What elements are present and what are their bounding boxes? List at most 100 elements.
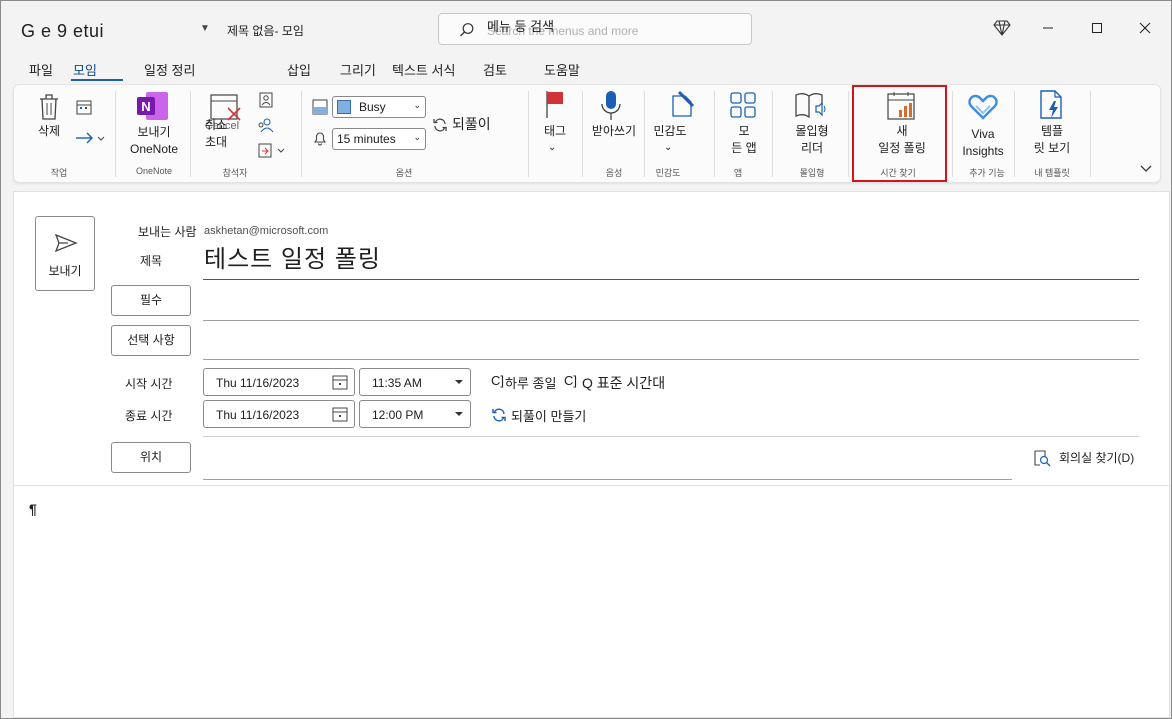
close-icon bbox=[1139, 22, 1151, 34]
make-recurring-button[interactable]: 되풀이 만들기 bbox=[511, 406, 586, 425]
body-divider bbox=[14, 485, 1169, 486]
group-label-voice: 음성 bbox=[605, 168, 623, 178]
immersive-reader-icon bbox=[795, 93, 826, 119]
ribbon-collapse-icon[interactable] bbox=[1140, 163, 1152, 173]
title-bar: G e 9 etui ▼ 제목 없음- 모임 Search the menus … bbox=[1, 1, 1171, 53]
group-separator bbox=[952, 91, 953, 177]
tags-button[interactable]: 태그 bbox=[538, 123, 572, 140]
calendar-icon bbox=[332, 407, 348, 422]
send-button[interactable]: 보내기 bbox=[35, 216, 95, 291]
sensitivity-icon bbox=[672, 90, 695, 117]
onenote-icon: N bbox=[137, 92, 168, 120]
start-date-value: Thu 11/16/2023 bbox=[216, 376, 300, 390]
group-label-actions: 작업 bbox=[50, 168, 68, 178]
tab-file[interactable]: 파일 bbox=[29, 60, 53, 79]
search-box[interactable]: Search the menus and more 메뉴 등 검색 bbox=[438, 13, 752, 45]
viva-insights-icon bbox=[968, 94, 998, 120]
from-value[interactable]: askhetan@microsoft.com bbox=[204, 225, 328, 237]
room-finder-button[interactable]: 회의실 찾기(D) bbox=[1059, 449, 1134, 466]
svg-text:N: N bbox=[141, 99, 150, 114]
all-day-checkbox[interactable]: C] bbox=[491, 373, 504, 388]
delete-button[interactable]: 삭제 bbox=[30, 123, 68, 140]
highlight-box bbox=[852, 85, 947, 182]
tab-review[interactable]: 검토 bbox=[483, 60, 507, 79]
tracking-icon[interactable] bbox=[258, 143, 286, 159]
required-field-line[interactable] bbox=[203, 320, 1139, 321]
search-label: 메뉴 등 검색 bbox=[487, 19, 555, 34]
divider bbox=[203, 436, 1139, 437]
group-label-sensitivity: 민감도 bbox=[655, 168, 681, 178]
viva-insights-button[interactable]: Viva Insights bbox=[958, 126, 1008, 160]
all-apps-button[interactable]: 모 든 앱 bbox=[724, 123, 764, 157]
minimize-button[interactable] bbox=[1028, 13, 1068, 43]
viva-label-line1: Viva bbox=[971, 127, 995, 141]
start-time-select[interactable]: 11:35 AM bbox=[359, 368, 471, 396]
address-book-icon[interactable] bbox=[259, 92, 273, 108]
templates-label-line2: 릿 보기 bbox=[1033, 141, 1071, 155]
ribbon: 삭제 작업 N 보내기 OneNote OneNote Cancel 취소 초대… bbox=[13, 84, 1161, 183]
chevron-down-icon bbox=[455, 412, 463, 416]
group-label-immersive: 몰입형 bbox=[799, 168, 825, 178]
location-field-line[interactable] bbox=[203, 479, 1012, 480]
required-attendees-button[interactable]: 필수 bbox=[111, 285, 191, 316]
tab-schedule[interactable]: 일정 정리 bbox=[144, 60, 195, 79]
sensitivity-button[interactable]: 민감도 bbox=[648, 123, 692, 140]
end-time-label: 종료 시간 bbox=[125, 409, 173, 423]
tab-help[interactable]: 도움말 bbox=[544, 60, 580, 79]
room-finder-icon bbox=[1034, 450, 1051, 467]
chevron-down-icon bbox=[455, 380, 463, 384]
tab-insert[interactable]: 삽입 bbox=[287, 60, 311, 79]
group-label-options: 옵션 bbox=[395, 168, 413, 178]
cancel-invitation-button[interactable]: 취소 초대 bbox=[196, 117, 236, 151]
group-separator bbox=[772, 91, 773, 177]
tab-draw[interactable]: 그리기 bbox=[340, 60, 376, 79]
tab-meeting[interactable]: 모임 bbox=[73, 60, 97, 79]
start-date-picker[interactable]: Thu 11/16/2023 bbox=[203, 368, 355, 396]
subject-underline bbox=[203, 279, 1139, 280]
view-templates-button[interactable]: 템플 릿 보기 bbox=[1024, 123, 1080, 157]
body-paragraph-mark[interactable]: ¶ bbox=[29, 501, 37, 517]
optional-field-line[interactable] bbox=[203, 359, 1139, 360]
flag-icon bbox=[546, 91, 563, 118]
quick-access-dropdown-icon[interactable]: ▼ bbox=[200, 23, 210, 34]
diamond-icon[interactable] bbox=[993, 20, 1011, 36]
start-time-label: 시작 시간 bbox=[125, 377, 173, 391]
dictate-button[interactable]: 받아쓰기 bbox=[590, 123, 638, 140]
group-label-addins: 추가 기능 bbox=[969, 168, 1005, 178]
cancel-label-line1: 취소 bbox=[204, 118, 228, 132]
minimize-icon bbox=[1043, 27, 1053, 29]
tab-format-text[interactable]: 텍스트 서식 bbox=[392, 60, 455, 79]
group-separator bbox=[714, 91, 715, 177]
show-as-select[interactable]: Busy ⌄ bbox=[332, 96, 426, 118]
busy-swatch bbox=[337, 100, 351, 114]
reminder-value: 15 minutes bbox=[337, 132, 396, 146]
reminder-select[interactable]: 15 minutes ⌄ bbox=[332, 128, 426, 150]
close-button[interactable] bbox=[1125, 13, 1165, 43]
recurrence-button[interactable]: 되풀이 bbox=[452, 116, 491, 133]
chevron-down-icon: ⌄ bbox=[413, 100, 421, 110]
group-separator bbox=[528, 91, 529, 177]
maximize-icon bbox=[1092, 23, 1102, 33]
end-time-select[interactable]: 12:00 PM bbox=[359, 400, 471, 428]
response-options-icon[interactable] bbox=[257, 117, 275, 133]
calendar-icon bbox=[332, 375, 348, 390]
optional-attendees-button[interactable]: 선택 사항 bbox=[111, 325, 191, 356]
send-to-onenote-button[interactable]: 보내기 OneNote bbox=[122, 124, 186, 158]
end-date-picker[interactable]: Thu 11/16/2023 bbox=[203, 400, 355, 428]
forward-arrow-icon[interactable] bbox=[74, 131, 106, 145]
timezone-checkbox[interactable]: C] bbox=[564, 373, 577, 388]
show-as-icon bbox=[312, 99, 328, 115]
chevron-down-icon: ⌄ bbox=[548, 142, 557, 153]
templates-icon bbox=[1040, 90, 1062, 119]
group-label-my-templates: 내 템플릿 bbox=[1034, 168, 1070, 178]
group-separator bbox=[1090, 91, 1091, 177]
location-button[interactable]: 위치 bbox=[111, 442, 191, 473]
group-separator bbox=[582, 91, 583, 177]
subject-input[interactable]: 테스트 일정 폴링 bbox=[204, 239, 381, 274]
immersive-label-line2: 리더 bbox=[800, 141, 824, 155]
calendar-forward-icon[interactable] bbox=[76, 99, 92, 115]
maximize-button[interactable] bbox=[1077, 13, 1117, 43]
chevron-down-icon: ⌄ bbox=[664, 142, 673, 153]
group-separator bbox=[1014, 91, 1015, 177]
immersive-reader-button[interactable]: 몰입형 리더 bbox=[784, 123, 840, 157]
